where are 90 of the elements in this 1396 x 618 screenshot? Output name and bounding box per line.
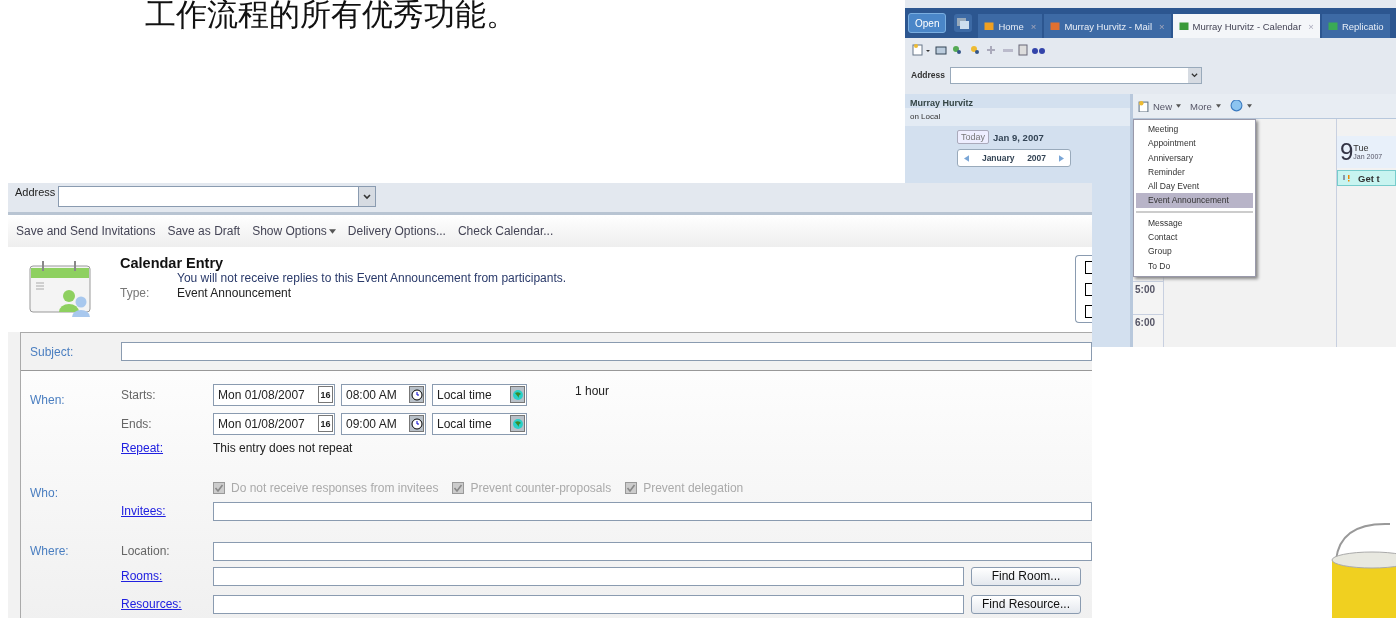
year-label: 2007 [1027, 153, 1047, 163]
time-label: 5:00 [1133, 281, 1163, 314]
calendar-icon[interactable]: 16 [318, 415, 333, 432]
toolbar-button[interactable]: More [1190, 100, 1212, 112]
find-room-button[interactable]: Find Room... [971, 566, 1081, 586]
resources-link[interactable]: Resources: [121, 597, 213, 611]
address-field[interactable] [950, 66, 1202, 84]
date-field[interactable]: Mon 01/08/2007 16 [213, 412, 335, 435]
dropdown-icon[interactable] [358, 187, 376, 206]
weekday-label: Tue [1353, 144, 1370, 153]
menu-item[interactable]: Reminder [1136, 164, 1253, 180]
today-button[interactable]: Today [957, 130, 990, 144]
day-number: 9 [1340, 140, 1354, 164]
section-label: Where: [29, 544, 70, 558]
address-label: Address [15, 186, 56, 198]
caret-icon[interactable] [328, 229, 336, 235]
entry-title: Calendar Entry [120, 255, 225, 271]
invitees-link[interactable]: Invitees: [121, 504, 213, 518]
address-label: Address [911, 70, 945, 80]
field-label: Starts: [121, 387, 157, 402]
caret-icon[interactable] [1176, 104, 1181, 108]
action-link[interactable]: Show Options [252, 224, 336, 238]
field-label: Location: [121, 544, 171, 558]
time-field[interactable]: 09:00 AM [341, 412, 426, 435]
field-label: Ends: [121, 416, 153, 431]
menu-item[interactable]: Appointment [1136, 136, 1253, 151]
address-field[interactable] [58, 186, 377, 207]
new-document-icon[interactable] [1138, 100, 1149, 112]
date-field[interactable]: Mon 01/08/2007 16 [213, 383, 335, 406]
menu-item[interactable]: Event Announcement [1136, 193, 1253, 208]
menu-item[interactable]: Group [1136, 244, 1253, 259]
calendar-entry[interactable]: Get t [1337, 170, 1396, 186]
open-button[interactable]: Open [908, 13, 947, 33]
menu-item[interactable]: All Day Event [1136, 179, 1253, 194]
menu-item[interactable]: Message [1136, 215, 1253, 231]
location-field[interactable] [213, 541, 1092, 561]
chat-bubble-icon[interactable] [1229, 99, 1243, 113]
tab-label: Home [998, 20, 1024, 32]
section-label: Subject: [29, 344, 75, 359]
globe-icon[interactable] [510, 386, 525, 403]
month-label: January [981, 153, 1015, 163]
clock-icon[interactable] [409, 415, 424, 432]
calendar-people-icon [28, 260, 94, 318]
type-value: Event Announcement [177, 286, 293, 300]
action-link[interactable]: Delivery Options... [347, 224, 446, 238]
action-link[interactable]: Check Calendar... [457, 224, 554, 238]
caret-icon[interactable] [1215, 104, 1221, 108]
type-label: Type: [120, 286, 151, 300]
time-zone-field[interactable]: Local time [432, 383, 527, 406]
caret-icon[interactable] [1246, 104, 1252, 108]
menu-item[interactable]: Contact [1136, 230, 1253, 245]
subject-field[interactable] [121, 342, 1092, 361]
tab[interactable]: Home × [978, 14, 1043, 38]
tab-label: Replicatio [1341, 20, 1384, 32]
owner-name: Murray Hurvitz [909, 97, 974, 108]
section-label: When: [29, 393, 66, 407]
repeat-text: This entry does not repeat [213, 441, 353, 455]
tab[interactable]: Replicatio [1321, 14, 1390, 38]
duration-text: 1 hour [575, 384, 610, 398]
find-resource-button[interactable]: Find Resource... [971, 594, 1081, 614]
repeat-link[interactable]: Repeat: [121, 441, 213, 455]
tab-label: Murray Hurvitz - Mail [1064, 20, 1152, 32]
menu-item[interactable]: Meeting [1136, 122, 1253, 137]
tab[interactable]: Murray Hurvitz - Mail × [1044, 14, 1171, 38]
action-link[interactable]: Save as Draft [167, 224, 241, 238]
clock-icon[interactable] [409, 386, 424, 403]
next-arrow-icon[interactable] [1058, 154, 1064, 162]
toolbar-button[interactable]: New [1153, 100, 1172, 112]
time-field[interactable]: 08:00 AM [341, 383, 426, 406]
windows-icon[interactable] [954, 14, 973, 32]
globe-icon[interactable] [510, 415, 525, 432]
resources-field[interactable] [213, 594, 964, 614]
rooms-field[interactable] [213, 566, 964, 586]
notice-text: You will not receive replies to this Event Announcement from participants. [177, 271, 568, 285]
menu-item[interactable]: To Do [1136, 258, 1253, 273]
entry-icons [1342, 174, 1352, 182]
current-date: Jan 9, 2007 [993, 131, 1044, 143]
time-label: 6:00 [1133, 314, 1163, 347]
tab[interactable]: Murray Hurvitz - Calendar × [1172, 14, 1320, 38]
time-zone-field[interactable]: Local time [432, 412, 527, 435]
menu-item[interactable]: Anniversary [1136, 150, 1253, 165]
tab-label: Murray Hurvitz - Calendar [1192, 20, 1302, 32]
calendar-icon[interactable]: 16 [318, 386, 333, 403]
action-link[interactable]: Save and Send Invitations [16, 224, 156, 238]
previous-arrow-icon[interactable] [964, 154, 970, 162]
location-text: on Local [905, 108, 1130, 126]
section-label: Who: [29, 486, 59, 500]
invitees-field[interactable] [213, 501, 1092, 521]
rooms-link[interactable]: Rooms: [121, 569, 213, 583]
dropdown-icon[interactable] [1188, 67, 1201, 83]
